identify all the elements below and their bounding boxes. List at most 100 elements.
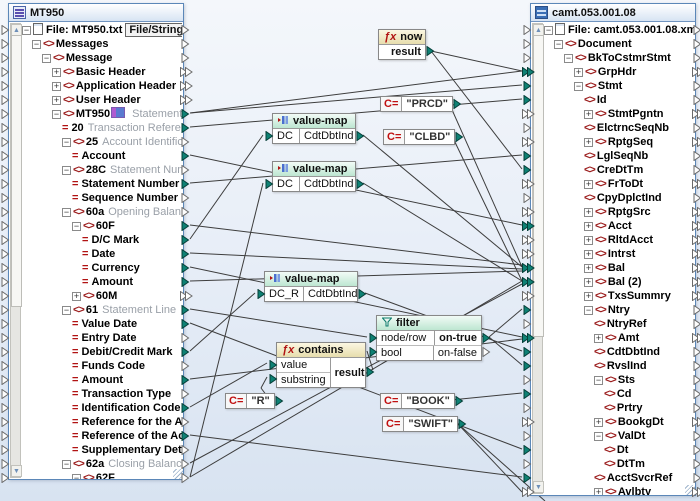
- tree-item-ntry[interactable]: −<>Ntry: [544, 303, 694, 317]
- output-connector[interactable]: [692, 123, 700, 133]
- input-connector[interactable]: [0, 179, 13, 189]
- tree-item-62f[interactable]: −<>62F: [22, 471, 182, 479]
- expand-toggle[interactable]: −: [32, 40, 41, 49]
- tree-item-cpydplctind[interactable]: <>CpyDplctInd: [544, 191, 694, 205]
- output-connector[interactable]: [180, 123, 193, 133]
- tree-item-dt[interactable]: <>Dt: [544, 443, 694, 457]
- input-connector[interactable]: [0, 165, 13, 175]
- input-connector[interactable]: [522, 319, 535, 329]
- output-connector[interactable]: [692, 487, 700, 497]
- output-connector[interactable]: [692, 361, 700, 371]
- input-connector[interactable]: [0, 263, 13, 273]
- output-connector[interactable]: [692, 179, 700, 189]
- tree-item-id[interactable]: <>Id: [544, 93, 694, 107]
- tree-item-txssummry[interactable]: +<>TxsSummry: [544, 289, 694, 303]
- expand-toggle[interactable]: −: [62, 460, 71, 469]
- input-connector[interactable]: [0, 291, 13, 301]
- expand-toggle[interactable]: +: [584, 264, 593, 273]
- input-connector[interactable]: [0, 123, 13, 133]
- input-connector[interactable]: [522, 389, 535, 399]
- input-connector[interactable]: [0, 67, 13, 77]
- output-connector[interactable]: [692, 249, 700, 259]
- output-connector[interactable]: [692, 445, 700, 455]
- tree-item-amount[interactable]: =Amount: [22, 373, 182, 387]
- input-connector[interactable]: [0, 333, 13, 343]
- tree-item-entry-date[interactable]: =Entry Date: [22, 331, 182, 345]
- expand-toggle[interactable]: −: [62, 166, 71, 175]
- output-connector[interactable]: [180, 375, 193, 385]
- tree-item-avlbty[interactable]: +<>Avlbty: [544, 485, 694, 495]
- expand-toggle[interactable]: +: [72, 292, 81, 301]
- tree-item-amt[interactable]: +<>Amt: [544, 331, 694, 345]
- tree-item-stmt[interactable]: −<>Stmt: [544, 79, 694, 93]
- input-connector[interactable]: [0, 39, 13, 49]
- tree-item-60f[interactable]: −<>60F: [22, 219, 182, 233]
- output-connector[interactable]: [692, 389, 700, 399]
- tree-item-acctsvcrref[interactable]: <>AcctSvcrRef: [544, 471, 694, 485]
- expand-toggle[interactable]: −: [594, 432, 603, 441]
- input-connector[interactable]: [522, 347, 535, 357]
- tree-item-reference-for-the-account-o[interactable]: =Reference for the Account O: [22, 415, 182, 429]
- output-connector[interactable]: [457, 419, 466, 429]
- output-connector[interactable]: [357, 289, 366, 299]
- input-connector[interactable]: [0, 305, 13, 315]
- tree-item-rptgseq[interactable]: +<>RptgSeq: [544, 135, 694, 149]
- tree-item-application-header[interactable]: +<>Application Header: [22, 79, 182, 93]
- input-connector[interactable]: [522, 249, 535, 259]
- output-connector[interactable]: [692, 221, 700, 231]
- input-connector[interactable]: [0, 193, 13, 203]
- tree-item-funds-code[interactable]: =Funds Code: [22, 359, 182, 373]
- input-connector[interactable]: [522, 375, 535, 385]
- output-connector[interactable]: [692, 39, 700, 49]
- expand-toggle[interactable]: −: [42, 54, 51, 63]
- tree-item-sequence-number[interactable]: =Sequence Number: [22, 191, 182, 205]
- output-connector[interactable]: [692, 277, 700, 287]
- input-connector[interactable]: [0, 109, 13, 119]
- function-value-map-1[interactable]: value-map DCCdtDbtInd: [272, 113, 356, 144]
- input-connector[interactable]: [522, 67, 535, 77]
- output-connector[interactable]: [692, 291, 700, 301]
- function-value-map-2[interactable]: value-map DCCdtDbtInd: [272, 161, 356, 192]
- output-connector[interactable]: [180, 459, 193, 469]
- output-connector[interactable]: [692, 305, 700, 315]
- tree-item-valdt[interactable]: −<>ValDt: [544, 429, 694, 443]
- tree-item-28c[interactable]: −<>28CStatement Number/S: [22, 163, 182, 177]
- function-value-map-3[interactable]: value-map DC_RCdtDbtInd: [264, 271, 358, 302]
- output-connector[interactable]: [454, 132, 463, 142]
- input-connector[interactable]: [522, 445, 535, 455]
- constant-prcd[interactable]: C= "PRCD": [380, 96, 453, 112]
- constant-swift[interactable]: C= "SWIFT": [382, 416, 458, 432]
- tree-item-value-date[interactable]: =Value Date: [22, 317, 182, 331]
- input-connector[interactable]: [256, 289, 265, 299]
- output-connector[interactable]: [692, 459, 700, 469]
- expand-toggle[interactable]: −: [544, 26, 553, 35]
- expand-toggle[interactable]: +: [584, 292, 593, 301]
- output-connector[interactable]: [180, 53, 193, 63]
- expand-toggle[interactable]: −: [72, 474, 81, 479]
- expand-toggle[interactable]: +: [594, 488, 603, 495]
- output-connector[interactable]: [180, 277, 193, 287]
- function-now[interactable]: ƒxnow result: [378, 29, 426, 60]
- output-connector[interactable]: [692, 235, 700, 245]
- output-connector[interactable]: [180, 165, 193, 175]
- input-connector-substring[interactable]: [268, 374, 277, 384]
- input-connector[interactable]: [0, 375, 13, 385]
- input-connector-bool[interactable]: [368, 347, 377, 357]
- tree-item-message[interactable]: −<>Message: [22, 51, 182, 65]
- tree-item-lglseqnb[interactable]: <>LglSeqNb: [544, 149, 694, 163]
- input-connector[interactable]: [522, 221, 535, 231]
- input-connector[interactable]: [0, 277, 13, 287]
- tree-item-bal[interactable]: +<>Bal: [544, 261, 694, 275]
- input-connector[interactable]: [522, 361, 535, 371]
- input-connector[interactable]: [0, 403, 13, 413]
- output-connector[interactable]: [692, 347, 700, 357]
- output-connector[interactable]: [355, 179, 364, 189]
- output-connector[interactable]: [692, 165, 700, 175]
- input-connector-value[interactable]: [268, 360, 277, 370]
- tree-item-d-c-mark[interactable]: =D/C Mark: [22, 233, 182, 247]
- tree-item-bktocstmrstmt[interactable]: −<>BkToCstmrStmt: [544, 51, 694, 65]
- input-connector[interactable]: [522, 179, 535, 189]
- input-connector[interactable]: [522, 25, 535, 35]
- output-connector[interactable]: [180, 249, 193, 259]
- tree-item-debit-credit-mark[interactable]: =Debit/Credit Mark: [22, 345, 182, 359]
